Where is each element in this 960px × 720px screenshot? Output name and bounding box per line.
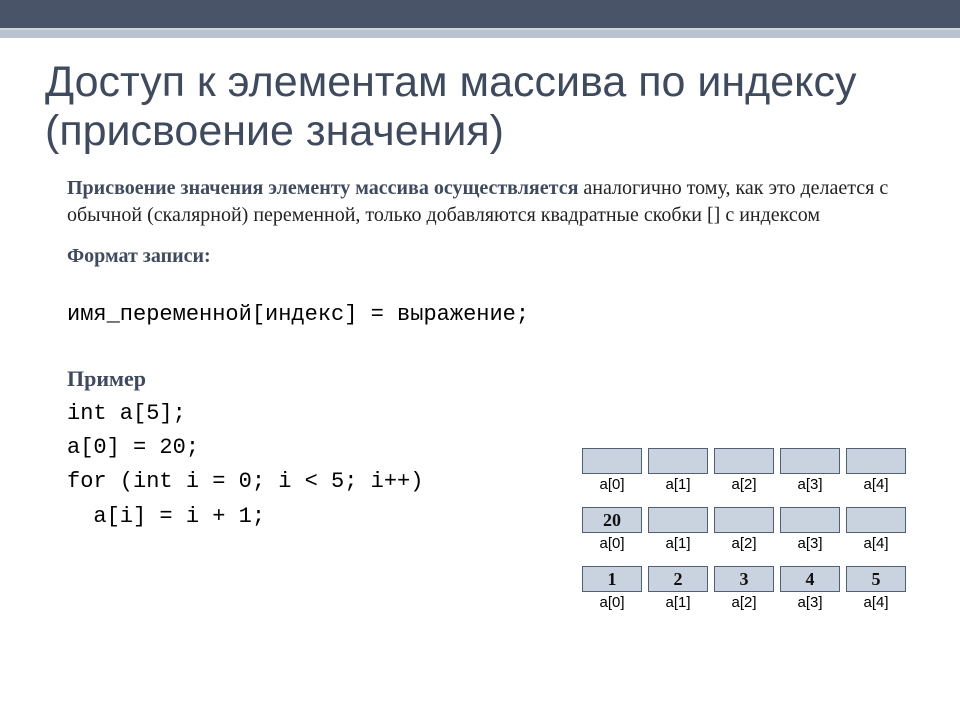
index-label: a[4] <box>846 476 906 493</box>
format-code: имя_переменной[индекс] = выражение; <box>67 300 915 330</box>
cell <box>780 448 840 474</box>
cell <box>780 507 840 533</box>
index-label: a[2] <box>714 535 774 552</box>
top-bar <box>0 0 960 30</box>
cell: 2 <box>648 566 708 592</box>
index-label: a[2] <box>714 476 774 493</box>
label-row-1: a[0] a[1] a[2] a[3] a[4] <box>582 476 922 493</box>
cell: 4 <box>780 566 840 592</box>
cell <box>846 507 906 533</box>
array-visual: a[0] a[1] a[2] a[3] a[4] 20 a[0] a[1] a[… <box>582 448 922 611</box>
code-line-1: int a[5]; <box>67 397 915 431</box>
array-row-2: 20 <box>582 507 922 533</box>
index-label: a[1] <box>648 594 708 611</box>
accent-bar <box>0 30 960 38</box>
index-label: a[3] <box>780 535 840 552</box>
cell <box>582 448 642 474</box>
index-label: a[0] <box>582 476 642 493</box>
index-label: a[4] <box>846 535 906 552</box>
example-label: Пример <box>67 364 915 394</box>
array-row-1 <box>582 448 922 474</box>
label-row-3: a[0] a[1] a[2] a[3] a[4] <box>582 594 922 611</box>
lead-strong: Присвоение значения элементу массива осу… <box>67 177 578 199</box>
lead-paragraph: Присвоение значения элементу массива осу… <box>67 175 915 229</box>
cell: 3 <box>714 566 774 592</box>
format-label: Формат записи: <box>67 243 915 270</box>
index-label: a[3] <box>780 476 840 493</box>
index-label: a[0] <box>582 535 642 552</box>
index-label: a[1] <box>648 476 708 493</box>
cell <box>714 507 774 533</box>
label-row-2: a[0] a[1] a[2] a[3] a[4] <box>582 535 922 552</box>
index-label: a[3] <box>780 594 840 611</box>
cell <box>714 448 774 474</box>
index-label: a[1] <box>648 535 708 552</box>
cell <box>648 448 708 474</box>
index-label: a[4] <box>846 594 906 611</box>
slide: Доступ к элементам массива по индексу (п… <box>0 0 960 720</box>
array-row-3: 1 2 3 4 5 <box>582 566 922 592</box>
cell: 5 <box>846 566 906 592</box>
cell <box>846 448 906 474</box>
index-label: a[0] <box>582 594 642 611</box>
cell: 1 <box>582 566 642 592</box>
index-label: a[2] <box>714 594 774 611</box>
cell: 20 <box>582 507 642 533</box>
slide-title: Доступ к элементам массива по индексу (п… <box>45 58 915 157</box>
cell <box>648 507 708 533</box>
